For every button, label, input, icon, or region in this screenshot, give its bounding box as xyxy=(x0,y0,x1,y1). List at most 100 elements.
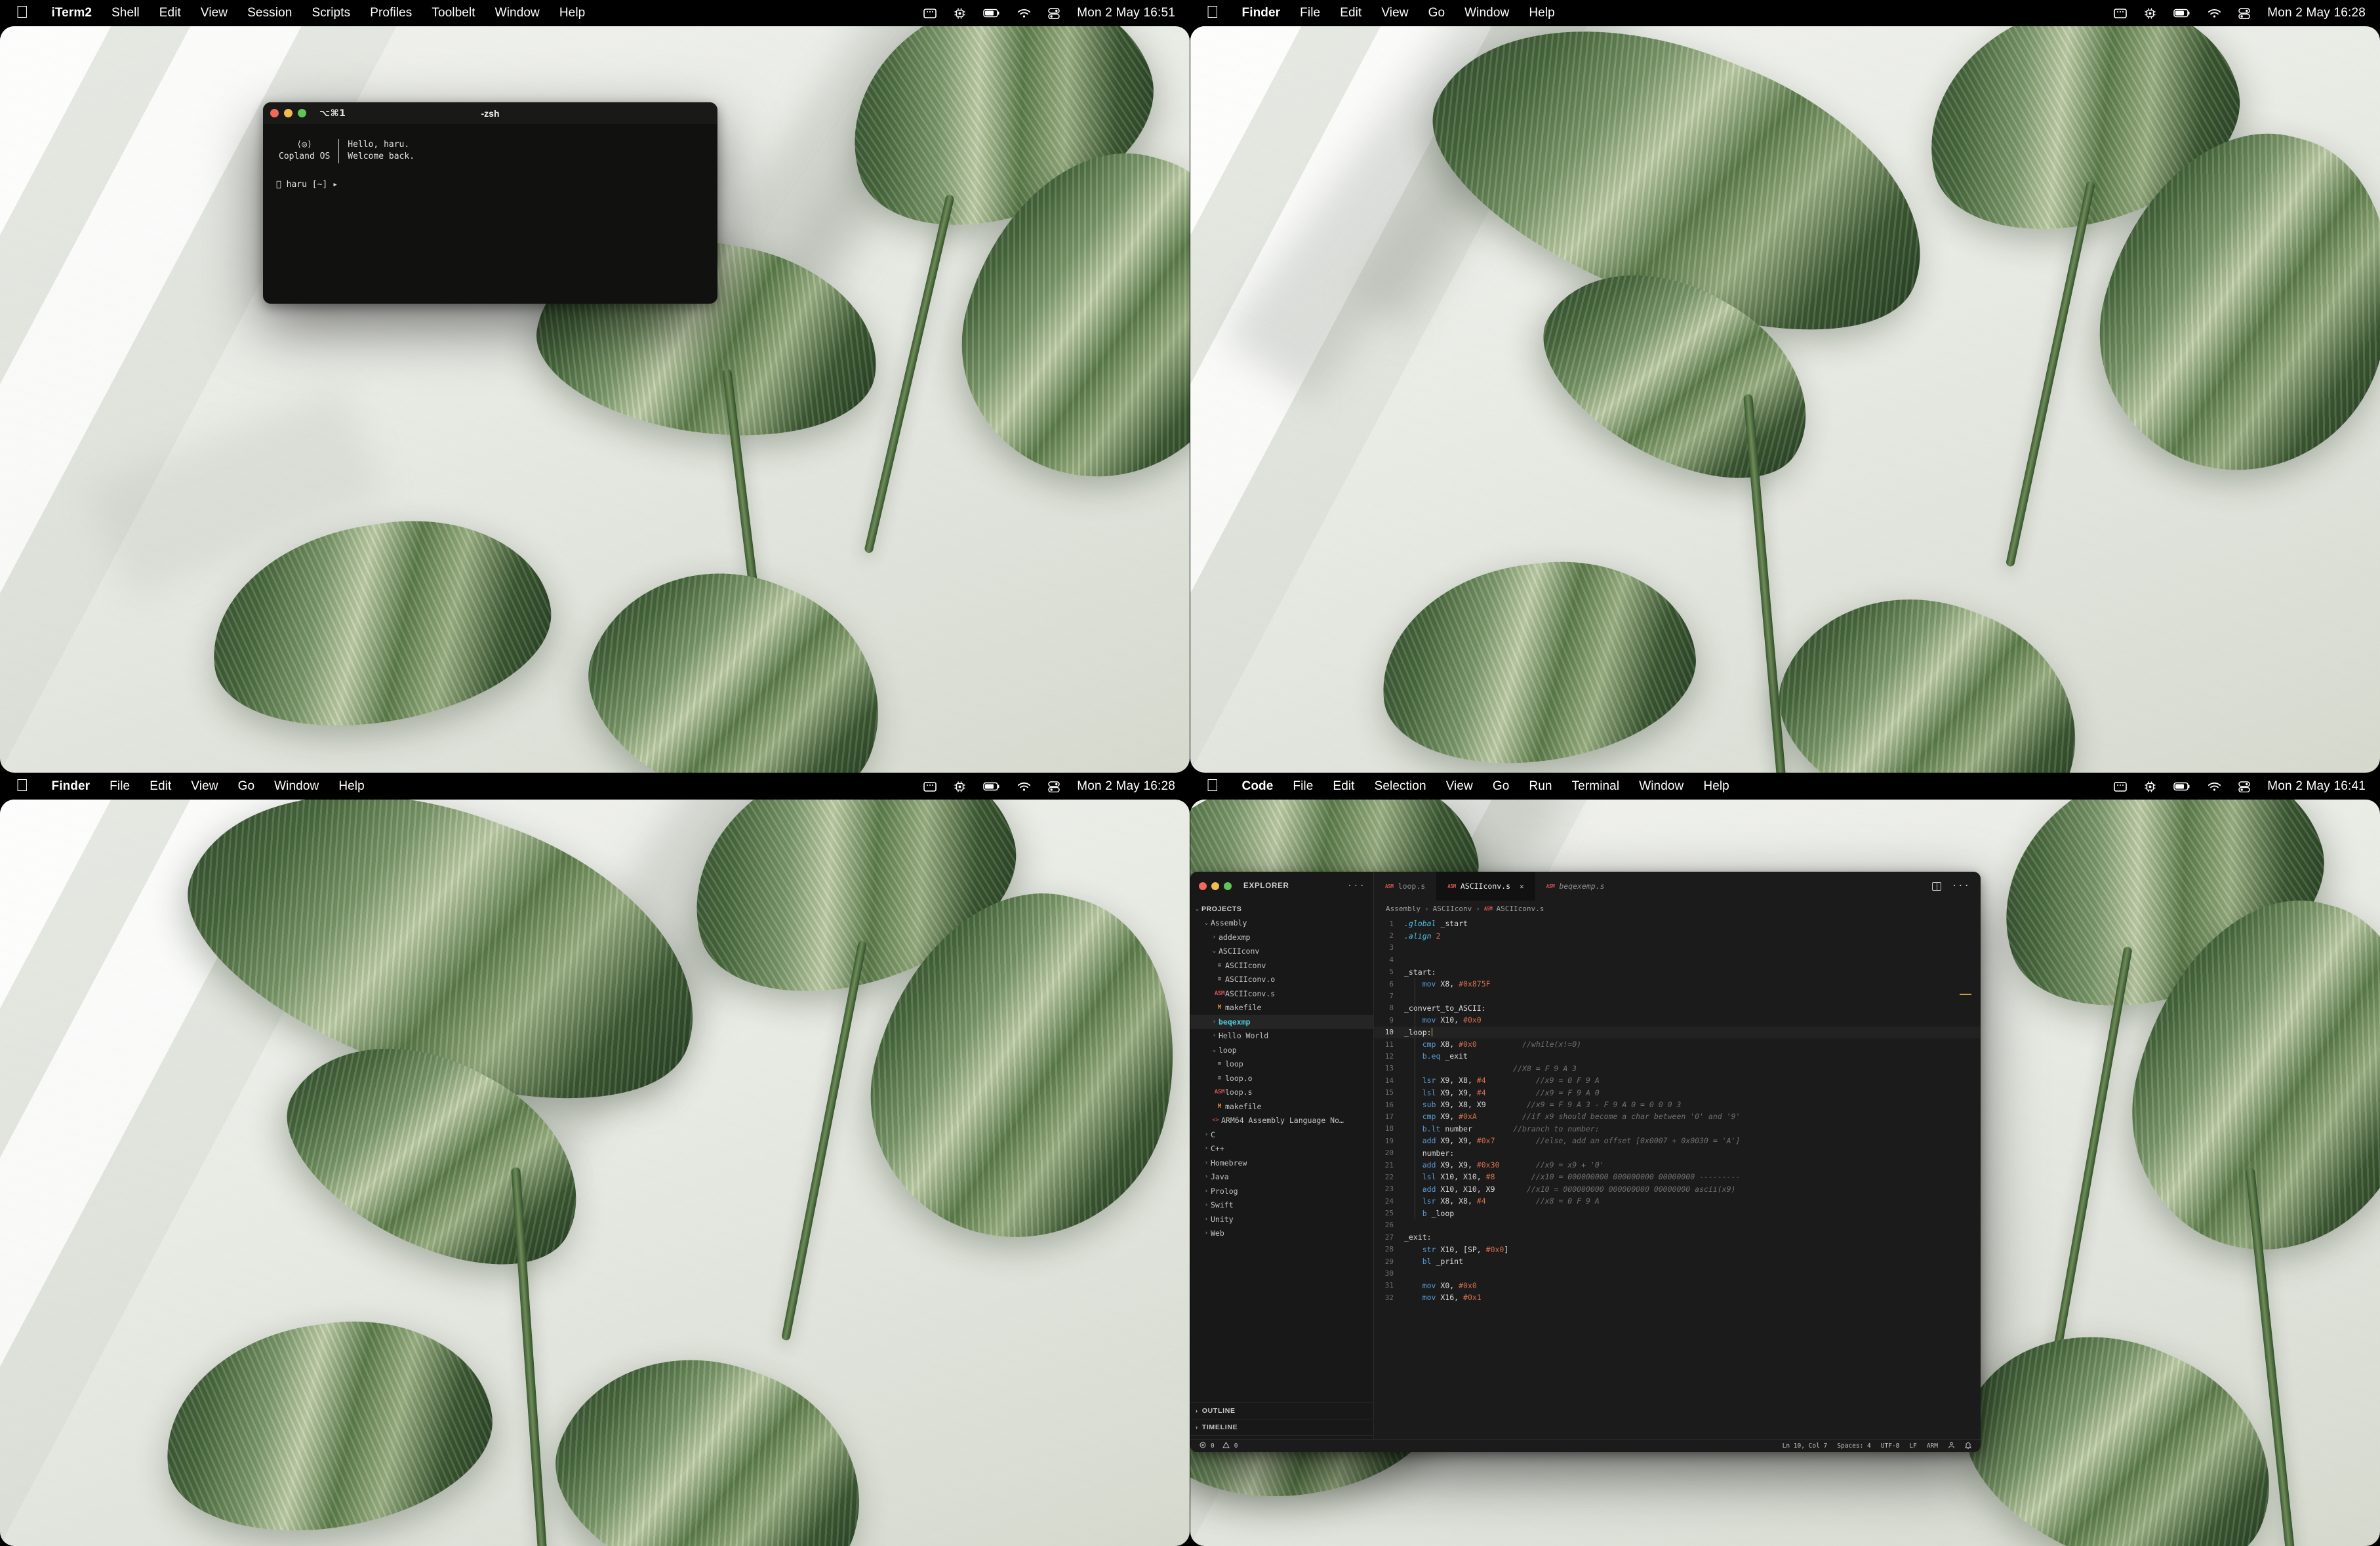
zoom-button[interactable] xyxy=(1224,882,1232,890)
menu-item[interactable]: Run xyxy=(1519,779,1562,794)
code-line[interactable]: 3 xyxy=(1374,942,1981,954)
window-icon[interactable] xyxy=(2114,781,2127,792)
menu-app-name[interactable]: Finder xyxy=(42,779,100,794)
code-line[interactable]: 20 number: xyxy=(1374,1147,1981,1158)
more-actions-icon[interactable]: ··· xyxy=(1347,881,1365,891)
breadcrumb[interactable]: Assembly › ASCIIconv › ASM ASCIIconv.s xyxy=(1374,901,1981,916)
terminal-body[interactable]: ⟨◎⟩ Copland OS Hello, haru. Welcome back… xyxy=(263,124,717,201)
code-editor-content[interactable]: 1 .global _start 2 .align 2 3 4 5 _start: 6 mov … xyxy=(1374,916,1981,1439)
code-line[interactable]: 12 b.eq _exit xyxy=(1374,1050,1981,1062)
menu-item[interactable]: Go xyxy=(228,779,265,794)
tree-item-asciiconv-s[interactable]: ASM ASCIIconv.s xyxy=(1190,987,1373,1001)
editor-tabs[interactable]: ASM loop.s ASM ASCIIconv.s ✕ ASM beqexem… xyxy=(1374,872,1981,901)
tree-item-prolog[interactable]: › Prolog xyxy=(1190,1184,1373,1198)
menu-item[interactable]: Session xyxy=(237,6,302,20)
menu-item[interactable]: File xyxy=(100,779,140,794)
code-line[interactable]: 9 mov X10, #0x0 xyxy=(1374,1014,1981,1026)
minimize-button[interactable] xyxy=(1211,882,1219,890)
code-line[interactable]: 25 b _loop xyxy=(1374,1207,1981,1219)
menu-item[interactable]: View xyxy=(181,779,228,794)
menubar-bottom-right[interactable]:  Code File Edit Selection View Go Run T… xyxy=(1190,773,2380,800)
split-editor-icon[interactable] xyxy=(1931,882,1941,891)
code-line[interactable]: 6 mov X8, #0x875F xyxy=(1374,978,1981,990)
cpu-icon[interactable] xyxy=(954,7,966,20)
tree-item-web[interactable]: › Web xyxy=(1190,1227,1373,1241)
breadcrumb-item[interactable]: Assembly xyxy=(1386,905,1421,913)
menu-item[interactable]: Go xyxy=(1419,6,1455,20)
apple-logo-icon[interactable]:  xyxy=(1202,777,1232,796)
window-icon[interactable] xyxy=(923,8,937,18)
errors-icon[interactable] xyxy=(1200,1442,1206,1450)
code-line[interactable]: 30 xyxy=(1374,1267,1981,1279)
tree-item-c[interactable]: › C xyxy=(1190,1128,1373,1142)
menu-item[interactable]: Edit xyxy=(1323,779,1364,794)
language-mode[interactable]: ARM xyxy=(1927,1442,1938,1450)
tree-item-cpp[interactable]: › C++ xyxy=(1190,1142,1373,1156)
tree-item-loop-s[interactable]: ASM loop.s xyxy=(1190,1086,1373,1100)
tree-item-assembly[interactable]: ⌄ Assembly xyxy=(1190,916,1373,931)
encoding[interactable]: UTF-8 xyxy=(1881,1442,1900,1450)
wifi-icon[interactable] xyxy=(1017,782,1031,792)
menu-item[interactable]: Help xyxy=(329,779,374,794)
tree-item-unity[interactable]: › Unity xyxy=(1190,1212,1373,1227)
code-line[interactable]: 16 sub X9, X8, X9 //x9 = F 9 A 3 - F 9 A… xyxy=(1374,1099,1981,1110)
menubar-clock[interactable]: Mon 2 May 16:28 xyxy=(2267,6,2366,20)
code-line[interactable]: 17 cmp X9, #0xA //if x9 should become a … xyxy=(1374,1110,1981,1122)
editor-statusbar-left[interactable]: 0 0 xyxy=(1190,1439,1374,1452)
terminal-prompt[interactable]:  haru [~] ▸ xyxy=(276,179,706,191)
code-line[interactable]: 11 cmp X8, #0x0 //while(x!=0) xyxy=(1374,1038,1981,1050)
menu-item[interactable]: Profiles xyxy=(360,6,422,20)
warnings-count[interactable]: 0 xyxy=(1234,1442,1238,1450)
file-tree[interactable]: ⌄ PROJECTS ⌄ Assembly › addexmp ⌄ ASCIIc… xyxy=(1190,901,1373,1402)
battery-icon[interactable] xyxy=(983,9,1000,18)
cpu-icon[interactable] xyxy=(2144,781,2156,793)
outline-section[interactable]: › OUTLINE xyxy=(1190,1402,1373,1419)
breadcrumb-item[interactable]: ASCIIconv.s xyxy=(1497,905,1544,913)
code-line[interactable]: 24 lsr X8, X8, #4 //x8 = 0 F 9 A xyxy=(1374,1195,1981,1207)
menubar-clock[interactable]: Mon 2 May 16:41 xyxy=(2267,779,2366,794)
bell-icon[interactable] xyxy=(1964,1442,1972,1451)
errors-count[interactable]: 0 xyxy=(1211,1442,1215,1450)
menubar-clock[interactable]: Mon 2 May 16:51 xyxy=(1077,6,1175,20)
menu-item[interactable]: Terminal xyxy=(1562,779,1630,794)
code-line[interactable]: 1 .global _start xyxy=(1374,918,1981,929)
more-actions-icon[interactable]: ··· xyxy=(1952,881,1970,891)
tree-item-loop-bin[interactable]: ≡ loop xyxy=(1190,1057,1373,1072)
menu-app-name[interactable]: iTerm2 xyxy=(42,6,102,20)
code-line[interactable]: 13 //X8 = F 9 A 3 xyxy=(1374,1063,1981,1074)
menubar-bottom-left[interactable]:  Finder File Edit View Go Window Help M… xyxy=(0,773,1190,800)
tree-item-hello-world[interactable]: › Hello World xyxy=(1190,1029,1373,1044)
menu-item[interactable]: File xyxy=(1283,779,1323,794)
menu-item[interactable]: View xyxy=(1371,6,1418,20)
warnings-icon[interactable] xyxy=(1222,1441,1230,1450)
menu-item[interactable]: Edit xyxy=(1330,6,1371,20)
window-icon[interactable] xyxy=(2114,8,2127,18)
control-center-icon[interactable] xyxy=(1048,781,1060,792)
tree-item-arm64-notes[interactable]: <> ARM64 Assembly Language No… xyxy=(1190,1114,1373,1128)
wifi-icon[interactable] xyxy=(2208,9,2221,18)
menu-item[interactable]: Window xyxy=(1455,6,1519,20)
tree-item-projects[interactable]: ⌄ PROJECTS xyxy=(1190,902,1373,916)
menubar-top-left[interactable]:  iTerm2 Shell Edit View Session Scripts… xyxy=(0,0,1190,26)
tab-beqexemp-s[interactable]: ASM beqexemp.s xyxy=(1535,872,1616,901)
timeline-section[interactable]: › TIMELINE xyxy=(1190,1419,1373,1435)
battery-icon[interactable] xyxy=(2173,9,2190,18)
window-icon[interactable] xyxy=(923,781,937,792)
code-line[interactable]: 14 lsr X9, X8, #4 //x9 = 0 F 9 A xyxy=(1374,1074,1981,1086)
apple-logo-icon[interactable]:  xyxy=(12,3,42,23)
code-line[interactable]: 10 _loop: xyxy=(1374,1026,1981,1038)
tab-asciiconv-s[interactable]: ASM ASCIIconv.s ✕ xyxy=(1436,872,1535,901)
code-line[interactable]: 29 bl _print xyxy=(1374,1255,1981,1267)
menu-item[interactable]: View xyxy=(1436,779,1483,794)
tree-item-asciiconv-bin[interactable]: ≡ ASCIIconv xyxy=(1190,958,1373,973)
close-button[interactable] xyxy=(1199,882,1207,890)
code-line[interactable]: 2 .align 2 xyxy=(1374,929,1981,941)
wifi-icon[interactable] xyxy=(1017,9,1031,18)
menu-item[interactable]: Help xyxy=(1693,779,1739,794)
tree-item-swift[interactable]: › Swift xyxy=(1190,1198,1373,1213)
tree-item-beqexmp[interactable]: › beqexmp xyxy=(1190,1015,1373,1029)
code-line[interactable]: 28 str X10, [SP, #0x0] xyxy=(1374,1244,1981,1255)
menu-item[interactable]: Help xyxy=(1519,6,1564,20)
menubar-top-right[interactable]:  Finder File Edit View Go Window Help M… xyxy=(1190,0,2380,26)
breadcrumb-item[interactable]: ASCIIconv xyxy=(1433,905,1472,913)
